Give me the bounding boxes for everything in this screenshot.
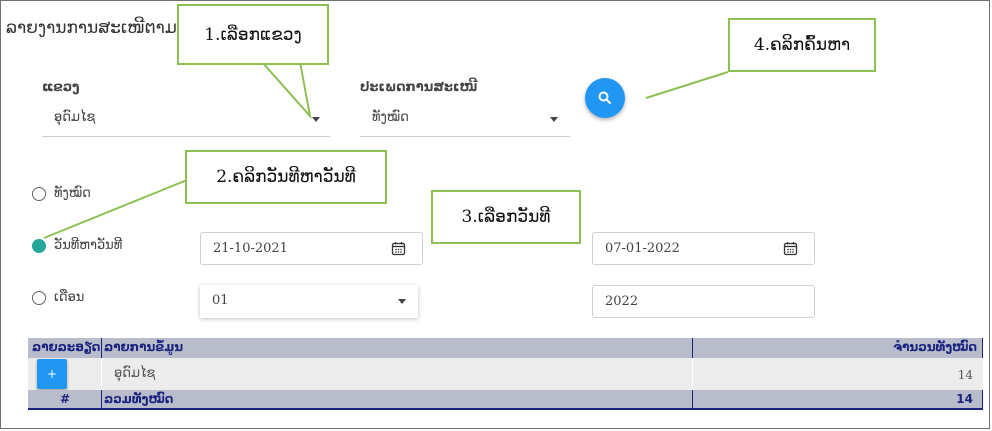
- header-detail: ລາຍລະອຽດ: [32, 340, 101, 354]
- callout-4-pointer: [645, 71, 729, 99]
- callout-step-1: 1.ເລືອກແຂວງ: [177, 4, 329, 65]
- table-footer: # ລວມທັງໝົດ 14: [28, 390, 983, 410]
- callout-1-pointer: [259, 61, 312, 120]
- footer-total: 14: [956, 392, 973, 406]
- callout-step-4: 4.ຄລິກຄົ້ນຫາ: [728, 18, 876, 72]
- footer-label: ລວມທັງໝົດ: [104, 392, 174, 406]
- footer-number-sign: #: [60, 392, 71, 406]
- header-total: ຈໍານວນທັງໝົດ: [893, 340, 977, 354]
- header-item: ລາຍການຂໍ້ມູນ: [104, 340, 184, 354]
- table-header: ລາຍລະອຽດ ລາຍການຂໍ້ມູນ ຈໍານວນທັງໝົດ: [28, 338, 983, 358]
- expand-row-button[interactable]: +: [37, 359, 67, 389]
- row-item: ອຸດົມໄຊ: [114, 366, 156, 381]
- table-row: ອຸດົມໄຊ 14: [28, 358, 983, 390]
- callout-step-2: 2.ຄລິກວັນທີຫາວັນທີ: [185, 150, 387, 204]
- row-total: 14: [957, 368, 973, 382]
- callout-2-pointer: [43, 177, 193, 239]
- callout-step-3: 3.ເລືອກວັນທີ: [431, 190, 581, 244]
